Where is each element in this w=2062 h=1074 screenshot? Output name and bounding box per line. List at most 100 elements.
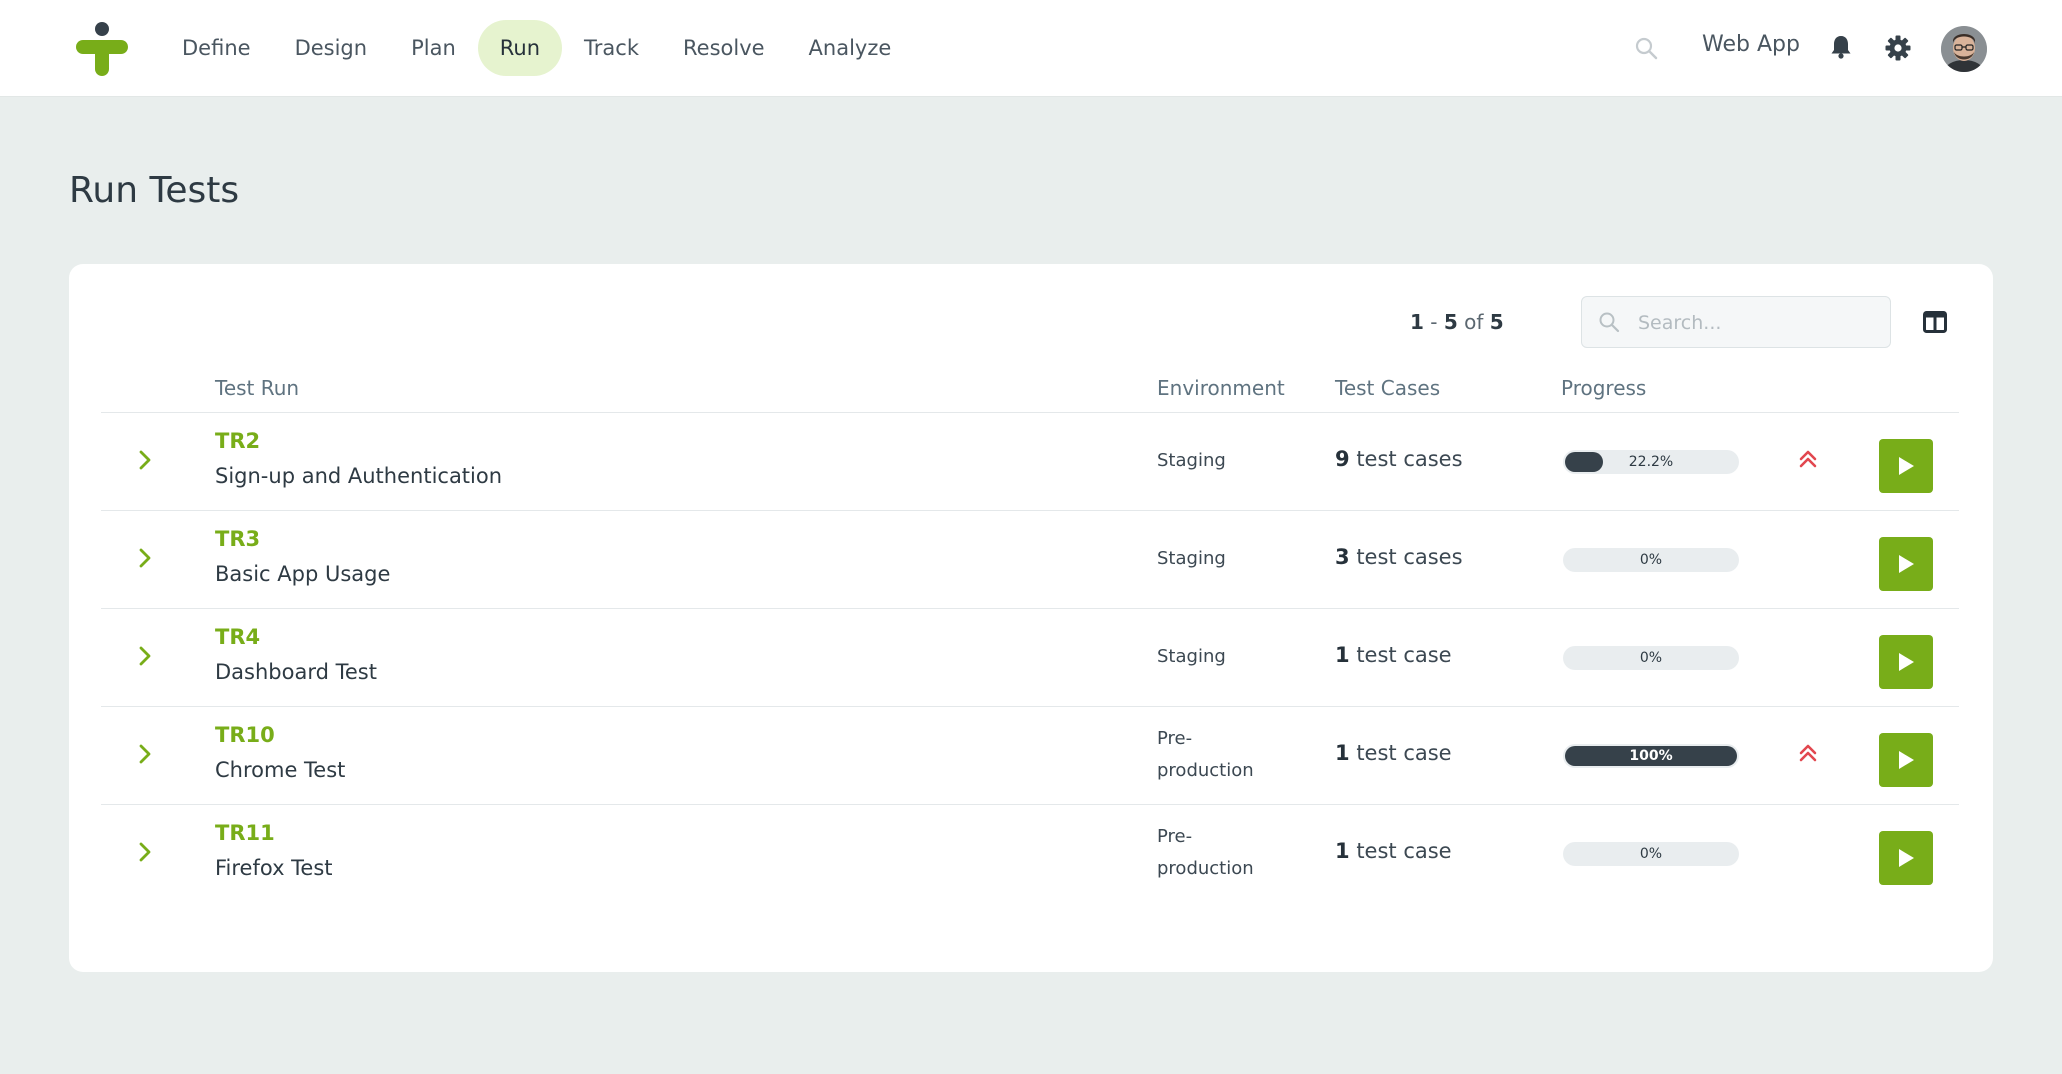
progress-bar: 0% (1563, 548, 1739, 572)
header-progress[interactable]: Progress (1561, 376, 1646, 400)
play-icon (1899, 751, 1914, 769)
environment-cell: Pre- production (1157, 723, 1267, 787)
pager-of: of (1464, 310, 1484, 334)
environment-line: Staging (1157, 450, 1226, 471)
test-run-name: Dashboard Test (215, 660, 377, 684)
play-icon (1899, 555, 1914, 573)
table-row: TR11 Firefox Test Pre- production 1 test… (101, 805, 1959, 902)
page-title: Run Tests (69, 170, 240, 211)
search-icon (1599, 312, 1620, 333)
pager-from: 1 (1410, 310, 1424, 334)
table-row: TR3 Basic App Usage Staging 3 test cases… (101, 511, 1959, 609)
nav-item-resolve[interactable]: Resolve (661, 20, 787, 76)
gear-icon[interactable] (1885, 35, 1911, 61)
top-navigation-bar: Define Design Plan Run Track Resolve Ana… (0, 0, 2062, 97)
environment-cell: Staging (1157, 445, 1267, 477)
double-chevron-up-icon (1799, 450, 1817, 468)
header-environment[interactable]: Environment (1157, 376, 1285, 400)
test-run-name: Firefox Test (215, 856, 333, 880)
test-cases-cell: 1 test case (1335, 643, 1452, 667)
progress-label: 22.2% (1628, 454, 1674, 470)
main-nav: Define Design Plan Run Track Resolve Ana… (160, 20, 913, 76)
search-input[interactable] (1636, 305, 1880, 341)
test-case-count: 1 (1335, 643, 1350, 667)
environment-line: production (1157, 858, 1254, 879)
run-test-button[interactable] (1879, 537, 1933, 591)
test-case-count: 1 (1335, 839, 1350, 863)
test-run-id[interactable]: TR2 (215, 429, 260, 453)
test-run-id[interactable]: TR11 (215, 821, 275, 845)
environment-line: Staging (1157, 646, 1226, 667)
chevron-right-icon[interactable] (137, 645, 153, 667)
test-case-count: 3 (1335, 545, 1350, 569)
test-run-id[interactable]: TR3 (215, 527, 260, 551)
search-field[interactable] (1581, 296, 1891, 348)
run-test-button[interactable] (1879, 439, 1933, 493)
test-run-name: Chrome Test (215, 758, 346, 782)
test-runs-card: 1 - 5 of 5 Test Run Environment Test Cas… (69, 264, 1993, 972)
nav-item-define[interactable]: Define (160, 20, 273, 76)
test-run-id[interactable]: TR10 (215, 723, 275, 747)
environment-line: Pre- (1157, 728, 1193, 749)
test-cases-cell: 1 test case (1335, 741, 1452, 765)
test-case-unit: test case (1356, 741, 1452, 765)
environment-line: production (1157, 760, 1254, 781)
chevron-right-icon[interactable] (137, 841, 153, 863)
brand-logo-icon[interactable] (76, 22, 128, 76)
test-cases-cell: 3 test cases (1335, 545, 1463, 569)
nav-item-track[interactable]: Track (562, 20, 661, 76)
progress-bar: 0% (1563, 842, 1739, 866)
pager-to: 5 (1443, 310, 1458, 334)
double-chevron-up-icon (1799, 744, 1817, 762)
run-test-button[interactable] (1879, 635, 1933, 689)
chevron-right-icon[interactable] (137, 547, 153, 569)
progress-bar: 100% (1563, 744, 1739, 768)
test-cases-cell: 1 test case (1335, 839, 1452, 863)
test-run-id[interactable]: TR4 (215, 625, 260, 649)
play-icon (1899, 457, 1914, 475)
nav-item-analyze[interactable]: Analyze (787, 20, 914, 76)
table-row: TR4 Dashboard Test Staging 1 test case 0… (101, 609, 1959, 707)
progress-label: 0% (1639, 846, 1663, 862)
columns-icon[interactable] (1923, 311, 1947, 333)
header-test-cases[interactable]: Test Cases (1335, 376, 1440, 400)
bell-icon[interactable] (1830, 35, 1852, 59)
chevron-right-icon[interactable] (137, 743, 153, 765)
play-icon (1899, 849, 1914, 867)
nav-item-plan[interactable]: Plan (389, 20, 478, 76)
test-run-name: Basic App Usage (215, 562, 391, 586)
run-test-button[interactable] (1879, 831, 1933, 885)
progress-bar: 22.2% (1563, 450, 1739, 474)
test-case-count: 9 (1335, 447, 1350, 471)
run-test-button[interactable] (1879, 733, 1933, 787)
environment-cell: Staging (1157, 641, 1267, 673)
environment-cell: Staging (1157, 543, 1267, 575)
test-case-unit: test cases (1356, 447, 1463, 471)
table-row: TR2 Sign-up and Authentication Staging 9… (101, 413, 1959, 511)
environment-line: Staging (1157, 548, 1226, 569)
pagination-summary: 1 - 5 of 5 (1410, 310, 1504, 334)
nav-item-design[interactable]: Design (273, 20, 390, 76)
progress-label: 0% (1639, 552, 1663, 568)
progress-label: 0% (1639, 650, 1663, 666)
test-case-unit: test case (1356, 643, 1452, 667)
pager-total: 5 (1489, 310, 1504, 334)
test-cases-cell: 9 test cases (1335, 447, 1463, 471)
table-header: Test Run Environment Test Cases Progress (101, 364, 1959, 413)
progress-bar: 0% (1563, 646, 1739, 670)
user-avatar-image (1941, 26, 1987, 72)
test-run-name: Sign-up and Authentication (215, 464, 503, 488)
user-avatar[interactable] (1941, 26, 1987, 72)
environment-line: Pre- (1157, 826, 1193, 847)
nav-item-run[interactable]: Run (477, 20, 563, 76)
environment-cell: Pre- production (1157, 821, 1267, 885)
chevron-right-icon[interactable] (137, 449, 153, 471)
play-icon (1899, 653, 1914, 671)
test-case-unit: test cases (1356, 545, 1463, 569)
project-selector[interactable]: Web App (1702, 32, 1800, 57)
header-test-run[interactable]: Test Run (215, 376, 299, 400)
search-icon[interactable] (1634, 36, 1658, 60)
test-case-unit: test case (1356, 839, 1452, 863)
table-row: TR10 Chrome Test Pre- production 1 test … (101, 707, 1959, 805)
test-case-count: 1 (1335, 741, 1350, 765)
